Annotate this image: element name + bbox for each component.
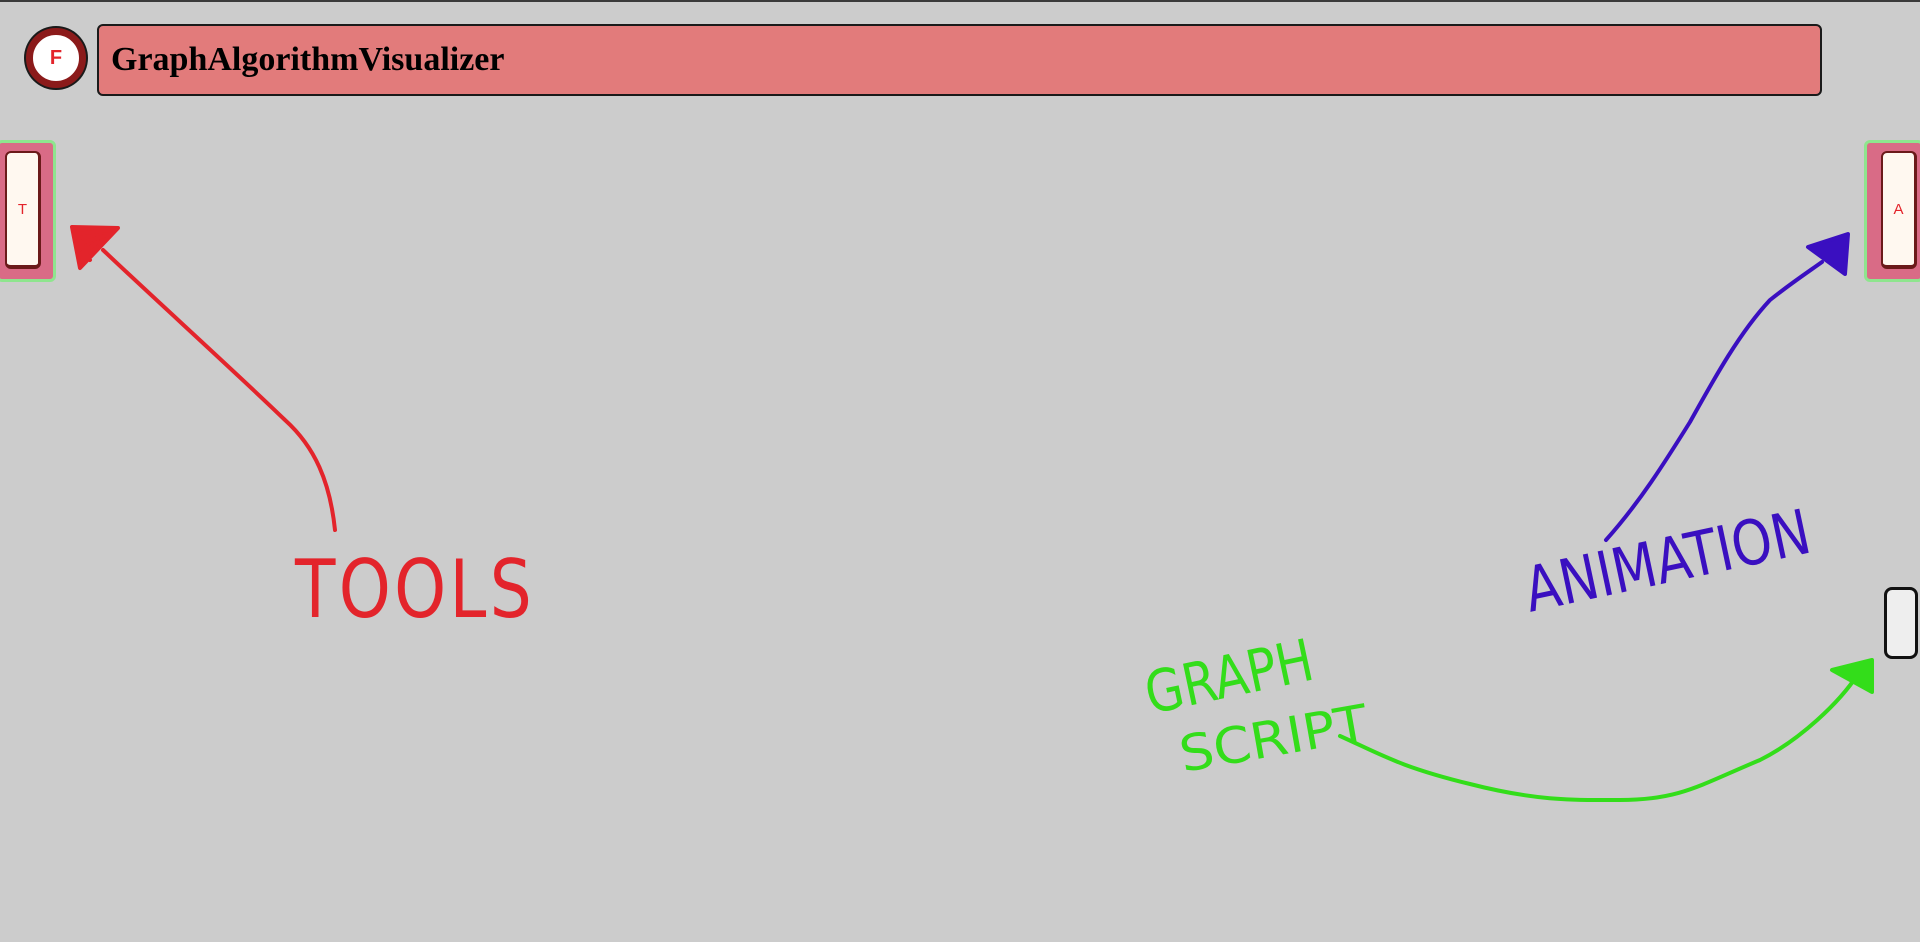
animation-tab-button[interactable]: A [1881, 151, 1917, 269]
tools-label: TOOLS [294, 543, 535, 636]
tools-tab-button[interactable]: T [5, 151, 41, 269]
tools-tab-letter: T [17, 200, 28, 218]
tools-panel-tab[interactable]: T [0, 140, 56, 282]
graph-script-label-line1: GRAPH [1139, 626, 1319, 728]
tools-arrow-line [101, 248, 337, 532]
animation-tab-letter: A [1893, 200, 1904, 218]
animation-arrow-line [1604, 260, 1824, 542]
tools-arrowhead [70, 225, 120, 270]
animation-label: ANIMATION [1518, 495, 1817, 627]
graph-script-annotation: GRAPH SCRIPT [1139, 626, 1874, 803]
logo-button[interactable]: F [26, 28, 86, 88]
app-title: GraphAlgorithmVisualizer [111, 41, 505, 78]
animation-arrowhead [1806, 232, 1850, 276]
title-bar: GraphAlgorithmVisualizer [97, 24, 1822, 96]
graph-script-label-line2: SCRIPT [1175, 694, 1373, 784]
logo-letter: F [49, 46, 63, 69]
annotation-layer: TOOLS ANIMATION GRAPH SCRIPT [70, 225, 1874, 803]
animation-annotation: ANIMATION [1518, 232, 1850, 627]
graph-script-panel-handle[interactable] [1884, 587, 1918, 659]
tools-annotation: TOOLS [70, 225, 535, 636]
graph-script-arrowhead [1830, 658, 1874, 694]
animation-panel-tab[interactable]: A [1864, 140, 1920, 282]
graph-script-arrow-line [1338, 672, 1860, 803]
